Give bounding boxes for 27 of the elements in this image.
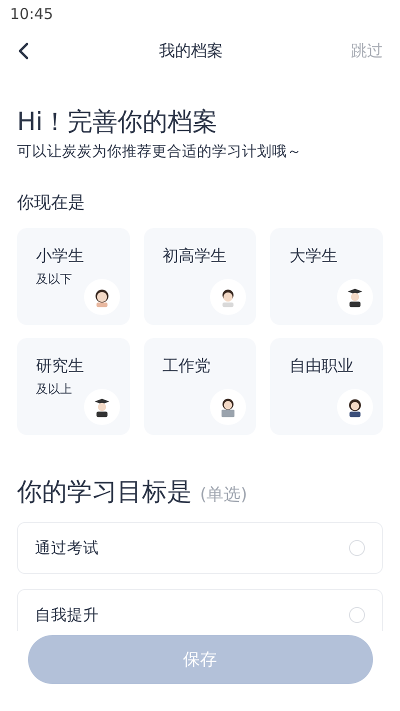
- identity-card[interactable]: 初高学生: [144, 228, 256, 325]
- identity-name: 自由职业: [289, 356, 354, 377]
- identity-card[interactable]: 自由职业: [270, 338, 383, 435]
- hint-text: (单选): [200, 484, 248, 506]
- identity-card[interactable]: 研究生 及以上: [17, 338, 130, 435]
- status-time: 10:45: [10, 5, 54, 23]
- identity-name: 小学生: [36, 246, 85, 267]
- identity-name: 工作党: [162, 356, 212, 377]
- option-label: 通过考试: [35, 538, 99, 558]
- option-label: 自我提升: [35, 604, 99, 626]
- identity-note: 及以上: [36, 381, 73, 398]
- section-heading: 你的学习目标是: [17, 476, 192, 508]
- identity-note: 及以下: [36, 271, 73, 288]
- intro-text: 可以让炭炭为你推荐更合适的学习计划哦～: [17, 143, 303, 161]
- identity-name: 初高学生: [162, 246, 228, 267]
- back-icon[interactable]: [17, 42, 31, 60]
- identity-name: 大学生: [289, 246, 338, 267]
- radio-button[interactable]: [349, 540, 365, 556]
- radio-button[interactable]: [349, 607, 365, 623]
- identity-name: 研究生: [36, 356, 85, 377]
- identity-card[interactable]: 大学生: [270, 228, 383, 325]
- section-label: 你现在是: [17, 192, 86, 214]
- identity-card[interactable]: 工作党: [144, 338, 256, 435]
- identity-card[interactable]: 小学生 及以下: [17, 228, 130, 325]
- greeting-heading: Hi！完善你的档案: [17, 106, 219, 138]
- page-title: 我的档案: [159, 40, 223, 62]
- goal-option[interactable]: 通过考试: [17, 522, 383, 574]
